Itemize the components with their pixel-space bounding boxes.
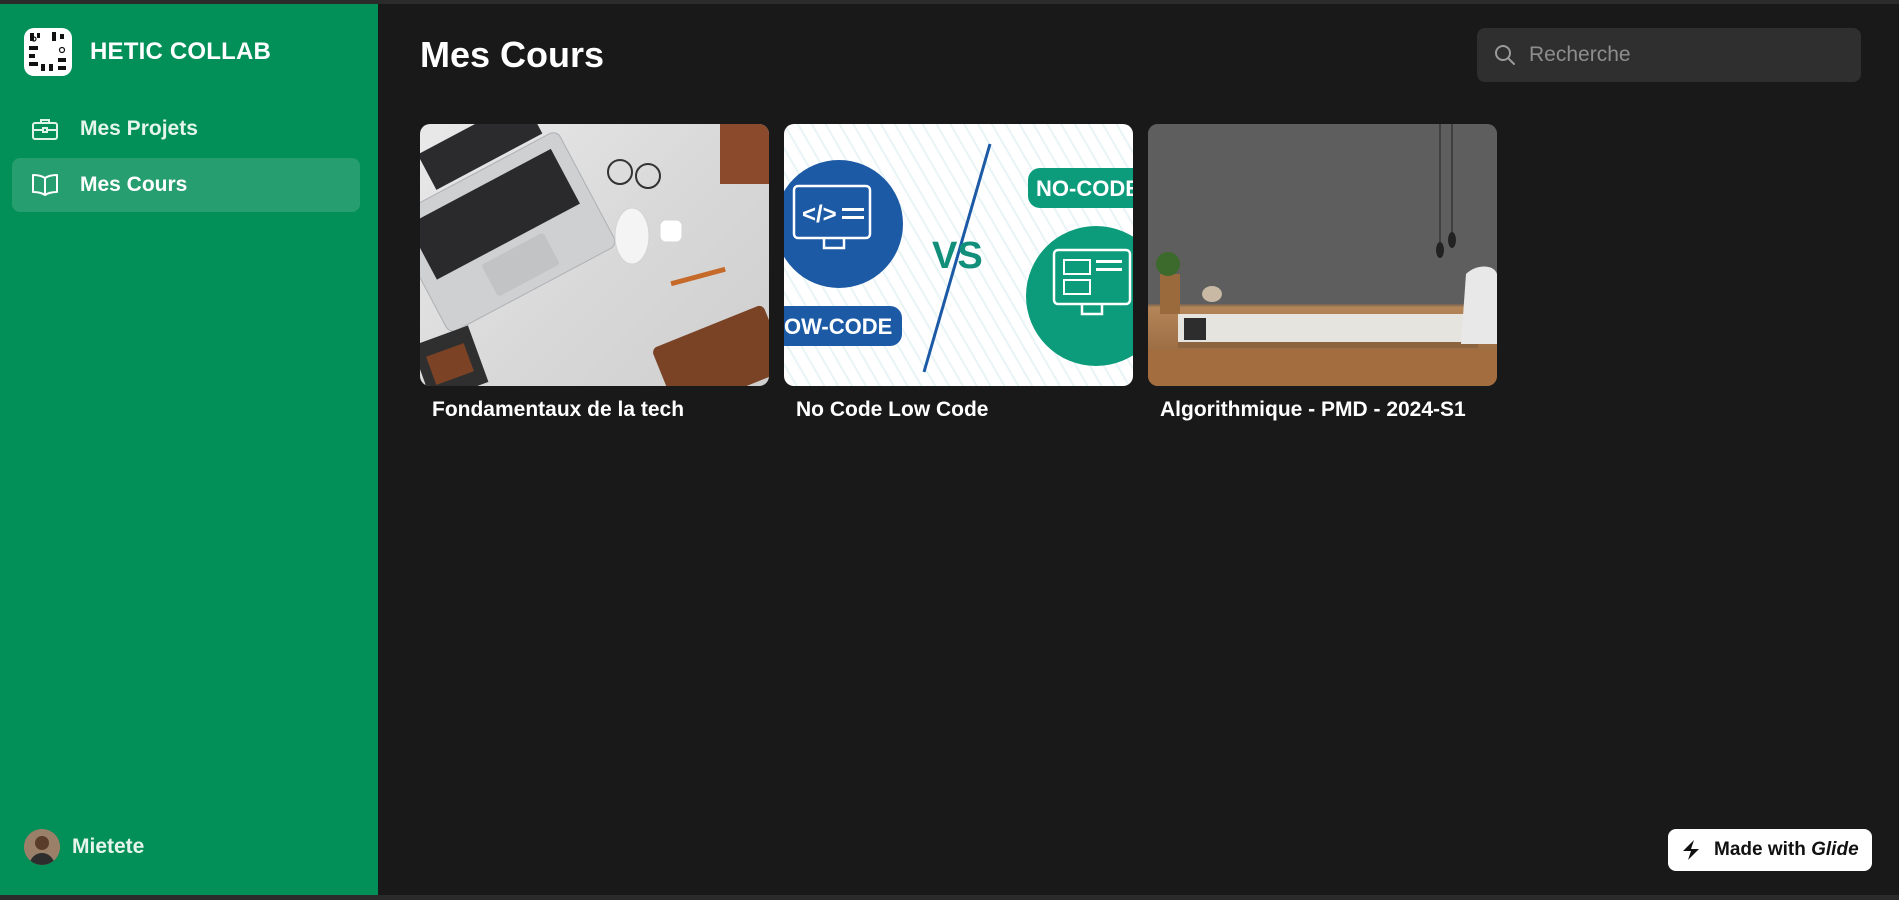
glide-logo-icon [1680, 838, 1704, 862]
search-bar[interactable] [1477, 28, 1861, 82]
sidebar-item-label: Mes Projets [80, 117, 198, 140]
user-name: Mietete [72, 835, 145, 858]
badge-prefix: Made with [1714, 839, 1806, 860]
course-image: </> OW-CODE VS NO-CODE [784, 124, 1133, 386]
made-with-glide-badge[interactable]: Made with Glide [1668, 829, 1872, 871]
course-card[interactable]: Algorithmique - PMD - 2024-S1 [1148, 124, 1497, 422]
briefcase-icon [30, 114, 60, 144]
user-profile[interactable]: Mietete [24, 829, 144, 865]
search-icon [1491, 41, 1519, 69]
sidebar-item-mes-projets[interactable]: Mes Projets [12, 102, 360, 156]
image-label-vs: VS [932, 235, 983, 277]
course-image [420, 124, 769, 386]
sidebar: HETIC COLLAB Mes Projets Mes Cours Miete… [0, 4, 378, 895]
course-title: Algorithmique - PMD - 2024-S1 [1160, 398, 1466, 421]
image-label-no-code: NO-CODE [1036, 176, 1133, 201]
image-label-low-code: OW-CODE [784, 314, 892, 339]
search-input[interactable] [1527, 42, 1851, 68]
avatar [24, 829, 60, 865]
svg-text:</>: </> [802, 201, 837, 228]
course-image [1148, 124, 1497, 386]
course-card[interactable]: </> OW-CODE VS NO-CODE No Code Low Code [784, 124, 1133, 422]
sidebar-item-label: Mes Cours [80, 173, 188, 196]
course-card[interactable]: Fondamentaux de la tech [420, 124, 769, 422]
app-title: HETIC COLLAB [90, 38, 272, 65]
brand[interactable]: HETIC COLLAB [24, 28, 271, 76]
page-title: Mes Cours [420, 34, 605, 75]
app-frame: HETIC COLLAB Mes Projets Mes Cours Miete… [0, 4, 1899, 895]
sidebar-item-mes-cours[interactable]: Mes Cours [12, 158, 360, 212]
badge-brand: Glide [1811, 839, 1859, 860]
course-title: No Code Low Code [796, 398, 989, 421]
course-title: Fondamentaux de la tech [432, 398, 685, 421]
badge-text: Made with Glide [1714, 839, 1859, 861]
book-open-icon [30, 170, 60, 200]
app-logo-icon [24, 28, 72, 76]
